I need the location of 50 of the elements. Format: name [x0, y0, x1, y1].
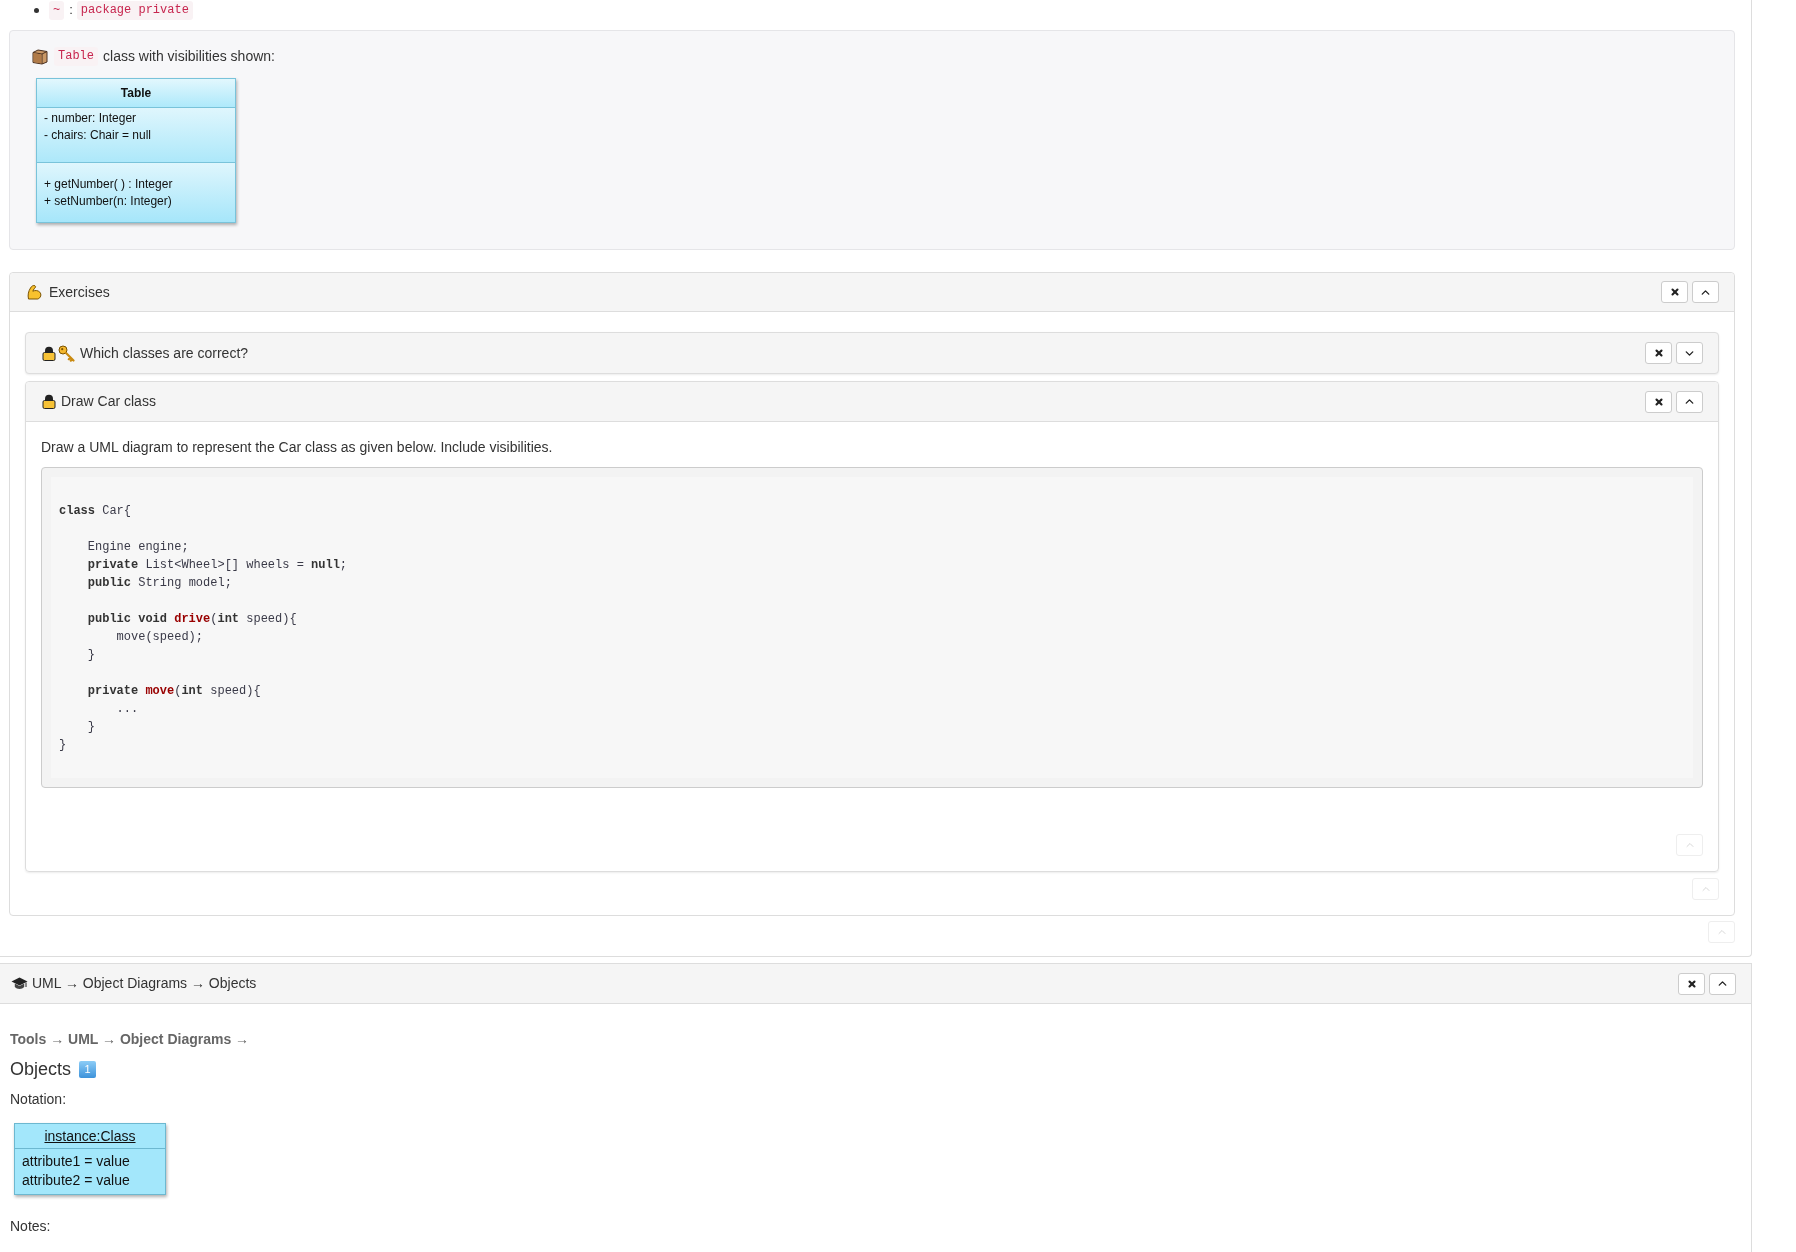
code-line: }: [59, 737, 67, 754]
close-button[interactable]: [1645, 342, 1672, 364]
card-caption: class with visibilities shown:: [103, 47, 275, 66]
box-icon: [32, 48, 48, 65]
object-name: instance:Class: [44, 1126, 136, 1146]
code-line: }: [87, 647, 95, 664]
collapse-button[interactable]: [1676, 390, 1703, 413]
exercise-prompt: Draw a UML diagram to represent the Car class as given below. Include visibilities.: [41, 438, 554, 457]
collapse-button[interactable]: [1709, 972, 1736, 995]
object-attribute: attribute1 = value: [22, 1152, 130, 1171]
breadcrumb: Tools → UML → Object Diagrams →: [10, 1030, 250, 1049]
object-attribute: attribute2 = value: [22, 1171, 130, 1190]
close-button[interactable]: [1661, 281, 1688, 303]
notation-label: Notation:: [10, 1090, 67, 1109]
close-button[interactable]: [1645, 390, 1672, 413]
code-line: public String model;: [87, 575, 232, 592]
bullet-icon: [34, 7, 39, 13]
code-line: ...: [116, 701, 139, 718]
close-icon: [1686, 978, 1697, 989]
close-button[interactable]: [1678, 972, 1705, 995]
class-method: + setNumber(n: Integer): [44, 193, 172, 210]
panel-title: Draw Car class: [61, 392, 156, 411]
class-attribute: - number: Integer: [44, 110, 137, 127]
code-line: class Car{: [59, 503, 132, 520]
code-chip: Table: [54, 47, 98, 66]
panel-title: Exercises: [49, 282, 110, 302]
close-icon: [1669, 287, 1680, 297]
code-line: private List<Wheel>[] wheels = null;: [87, 557, 348, 574]
panel-title: UML → Object Diagrams → Objects: [32, 974, 257, 993]
code-line: public void drive(int speed){: [87, 611, 297, 628]
class-attribute: - chairs: Chair = null: [44, 127, 152, 144]
close-icon: [1653, 348, 1664, 358]
section-title: Objects: [10, 1058, 72, 1080]
class-method: + getNumber( ) : Integer: [44, 176, 173, 193]
panel-title: Which classes are correct?: [80, 343, 249, 363]
code-line: private move(int speed){: [87, 683, 261, 700]
graduation-cap-icon: [11, 977, 28, 990]
code-line: move(speed);: [116, 629, 203, 646]
collapse-button[interactable]: [1692, 281, 1719, 303]
flexed-arm-icon: [26, 284, 42, 300]
code-chip: package private: [76, 0, 193, 20]
separator-text: :: [69, 1, 73, 20]
number-badge: 1: [79, 1060, 97, 1078]
code-chip: ~: [49, 0, 65, 20]
expand-button[interactable]: [1676, 342, 1703, 364]
notes-label: Notes:: [10, 1217, 51, 1236]
class-name: Table: [37, 79, 235, 108]
code-line: Engine engine;: [87, 539, 189, 556]
close-icon: [1653, 396, 1664, 407]
code-line: }: [87, 719, 95, 736]
